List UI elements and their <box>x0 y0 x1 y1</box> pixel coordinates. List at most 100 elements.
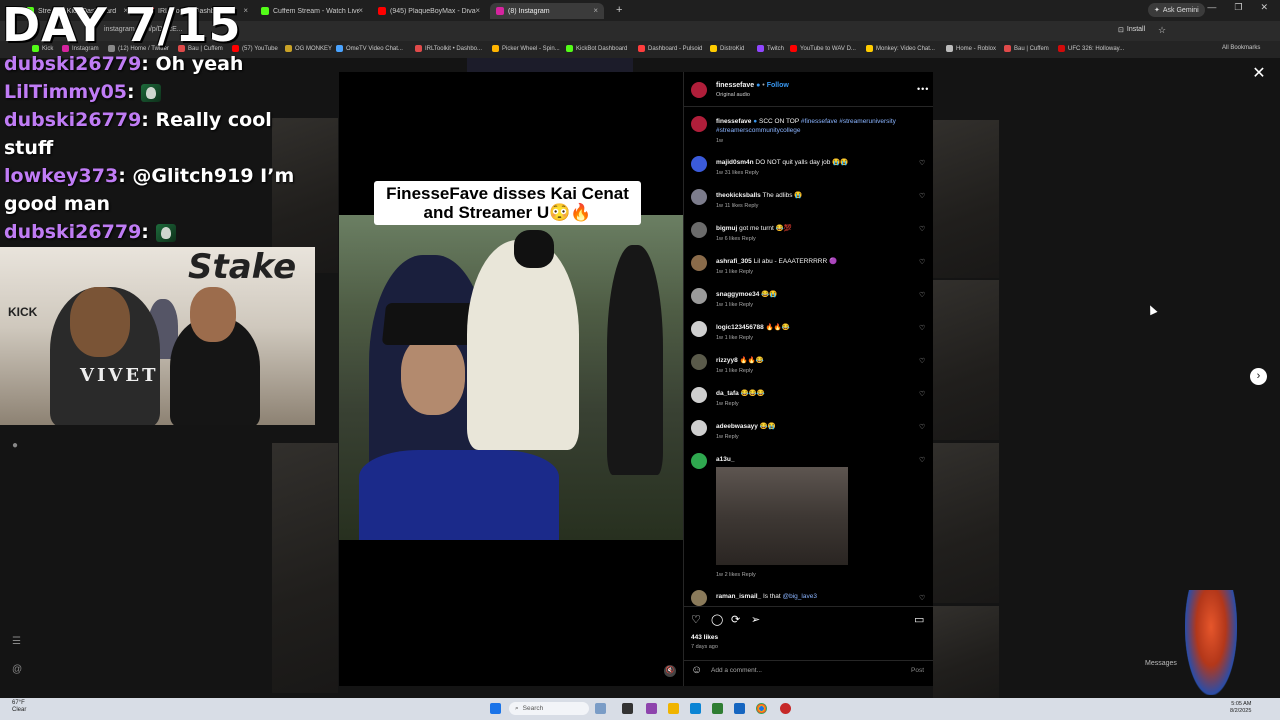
threads-icon[interactable]: @ <box>12 664 22 675</box>
close-window-icon[interactable]: ✕ <box>1260 2 1268 13</box>
comment-likes[interactable]: 6 likes <box>725 236 741 242</box>
install-button[interactable]: ⊡ Install <box>1118 26 1145 34</box>
bookmark-item[interactable]: UFC 326: Holloway... <box>1058 45 1124 52</box>
like-comment-heart-icon[interactable]: ♡ <box>919 390 925 398</box>
comment-username[interactable]: snaggymoe34 <box>716 291 759 298</box>
like-comment-heart-icon[interactable]: ♡ <box>919 225 925 233</box>
browser-tab[interactable]: Cuffem Stream - Watch Live on...× <box>255 3 369 19</box>
comment-username[interactable]: da_tafa <box>716 390 739 397</box>
maximize-icon[interactable]: ❐ <box>1234 2 1242 13</box>
share-send-icon[interactable]: ➢ <box>751 613 760 626</box>
like-comment-heart-icon[interactable]: ♡ <box>919 594 925 602</box>
menu-icon[interactable]: ☰ <box>12 636 21 647</box>
comment-likes[interactable]: 1 like <box>725 368 738 374</box>
comment-avatar[interactable] <box>691 156 707 172</box>
thumbnail[interactable] <box>272 443 338 693</box>
comment-avatar[interactable] <box>691 590 707 606</box>
ask-gemini-button[interactable]: ✦ Ask Gemini <box>1148 3 1205 17</box>
bookmark-item[interactable]: Twitch <box>757 45 784 52</box>
comment-bubble-icon[interactable]: ◯ <box>711 613 723 626</box>
thumbnail[interactable] <box>933 280 999 440</box>
add-comment-input[interactable]: Add a comment... <box>711 667 762 674</box>
file-explorer-icon[interactable] <box>668 703 679 714</box>
star-icon[interactable]: ☆ <box>1158 25 1166 36</box>
reply-button[interactable]: Reply <box>739 368 753 374</box>
like-comment-heart-icon[interactable]: ♡ <box>919 357 925 365</box>
emoji-icon[interactable]: ☺ <box>691 664 702 676</box>
reply-button[interactable]: Reply <box>739 302 753 308</box>
minimize-icon[interactable]: — <box>1207 2 1216 13</box>
like-comment-heart-icon[interactable]: ♡ <box>919 291 925 299</box>
comment-likes[interactable]: 31 likes <box>725 170 744 176</box>
comment-username[interactable]: rizzyy8 <box>716 357 738 364</box>
reply-button[interactable]: Reply <box>745 170 759 176</box>
comment-username[interactable]: majid0sm4n <box>716 159 754 166</box>
close-tab-icon[interactable]: × <box>475 6 480 15</box>
close-tab-icon[interactable]: × <box>243 6 248 15</box>
bookmark-item[interactable]: IRLToolkit • Dashbo... <box>415 45 482 52</box>
author-avatar[interactable] <box>691 116 707 132</box>
app-icon[interactable] <box>646 703 657 714</box>
bookmark-item[interactable]: Home - Roblox <box>946 45 996 52</box>
all-bookmarks[interactable]: All Bookmarks <box>1222 45 1260 51</box>
app-icon[interactable] <box>780 703 791 714</box>
browser-tab[interactable]: (945) PlaqueBoyMax - Diva (Of...× <box>372 3 486 19</box>
author-username[interactable]: finessefave <box>716 82 754 89</box>
task-view-icon[interactable] <box>622 703 633 714</box>
comment-avatar[interactable] <box>691 222 707 238</box>
like-comment-heart-icon[interactable]: ♡ <box>919 423 925 431</box>
comment-avatar[interactable] <box>691 420 707 436</box>
bookmark-item[interactable]: KickBot Dashboard <box>566 45 627 52</box>
comment-likes[interactable]: 1 like <box>725 269 738 275</box>
close-tab-icon[interactable]: × <box>593 6 598 15</box>
chrome-icon[interactable] <box>756 703 767 714</box>
like-comment-heart-icon[interactable]: ♡ <box>919 324 925 332</box>
thumbnail[interactable] <box>933 120 999 278</box>
like-comment-heart-icon[interactable]: ♡ <box>919 258 925 266</box>
comment-avatar[interactable] <box>691 354 707 370</box>
like-heart-icon[interactable]: ♡ <box>691 613 701 626</box>
comment-mention[interactable]: @big_lave3 <box>783 593 817 600</box>
bookmark-item[interactable]: Dashboard - Pulsoid <box>638 45 702 52</box>
windows-start-icon[interactable] <box>490 703 501 714</box>
taskbar-search[interactable]: ⌕ Search <box>509 702 589 715</box>
comment-username[interactable]: logic123456788 <box>716 324 764 331</box>
comment-username[interactable]: theokicksballs <box>716 192 761 199</box>
messages-button[interactable]: Messages <box>1145 660 1177 667</box>
comment-username[interactable]: a13u_ <box>716 456 734 463</box>
comment-avatar[interactable] <box>691 189 707 205</box>
reply-button[interactable]: Reply <box>739 269 753 275</box>
comment-avatar[interactable] <box>691 387 707 403</box>
weather-widget[interactable]: 67°F Clear <box>12 700 26 714</box>
author-avatar[interactable] <box>691 82 707 98</box>
app-icon[interactable] <box>712 703 723 714</box>
follow-button[interactable]: Follow <box>767 82 789 89</box>
comment-likes[interactable]: 2 likes <box>725 572 741 578</box>
thumbnail[interactable] <box>933 443 999 603</box>
repost-icon[interactable]: ⟳ <box>731 613 740 626</box>
like-comment-heart-icon[interactable]: ♡ <box>919 456 925 464</box>
new-tab-button[interactable]: + <box>616 4 622 16</box>
reply-button[interactable]: Reply <box>742 572 756 578</box>
comment-avatar[interactable] <box>691 288 707 304</box>
system-clock[interactable]: 5:05 AM 8/2/2025 <box>1230 701 1251 715</box>
save-bookmark-icon[interactable]: ▭ <box>914 613 924 626</box>
like-comment-heart-icon[interactable]: ♡ <box>919 192 925 200</box>
comment-username[interactable]: raman_ismail_ <box>716 593 761 600</box>
bookmark-item[interactable]: Monkey: Video Chat... <box>866 45 935 52</box>
reply-button[interactable]: Reply <box>725 434 739 440</box>
reply-button[interactable]: Reply <box>739 335 753 341</box>
comment-username[interactable]: ashrafi_305 <box>716 258 752 265</box>
close-modal-icon[interactable]: ✕ <box>1251 66 1267 82</box>
close-tab-icon[interactable]: × <box>358 6 363 15</box>
reply-button[interactable]: Reply <box>744 203 758 209</box>
comment-likes[interactable]: 11 likes <box>725 203 743 209</box>
comment-avatar[interactable] <box>691 255 707 271</box>
bookmark-item[interactable]: YouTube to WAV D... <box>790 45 856 52</box>
comment-avatar[interactable] <box>691 321 707 337</box>
bookmark-item[interactable]: OmeTV Video Chat... <box>336 45 403 52</box>
bookmark-item[interactable]: DistroKid <box>710 45 744 52</box>
comment-avatar[interactable] <box>691 453 707 469</box>
app-icon[interactable] <box>734 703 745 714</box>
widget-icon[interactable] <box>595 703 606 714</box>
